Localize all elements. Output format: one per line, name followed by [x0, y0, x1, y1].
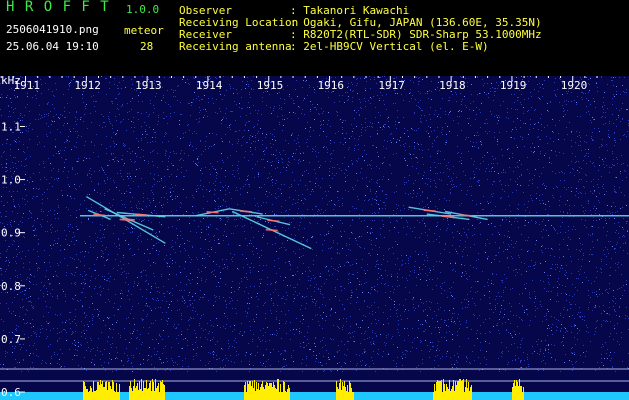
x-tick-label: 1919	[500, 79, 527, 92]
y-axis-label: kHz	[1, 74, 21, 87]
x-tick-label: 1913	[135, 79, 162, 92]
y-tick-label: 1.1	[1, 120, 21, 133]
meteor-head	[442, 215, 455, 219]
x-tick-label: 1920	[561, 79, 588, 92]
level-burst	[244, 379, 290, 400]
x-tick-label: 1918	[439, 79, 466, 92]
meteor-head	[134, 213, 148, 216]
spectrogram: 1911 1912 1913 1914 1915 1916 1917 1918 1919 1920…	[0, 0, 629, 400]
x-tick-label: 1916	[318, 79, 345, 92]
meteor-head	[265, 228, 278, 232]
meteor-head	[239, 210, 253, 213]
x-tick-label: 1915	[257, 79, 284, 92]
meteor-head	[122, 218, 135, 221]
y-tick-label: 0.6	[1, 386, 21, 399]
y-tick-label: 0.8	[1, 280, 21, 293]
x-tick-label: 1912	[74, 79, 101, 92]
y-tick-label: 0.7	[1, 333, 21, 346]
meteor-head	[423, 209, 436, 212]
meteor-head	[267, 219, 280, 223]
meteor-head	[460, 214, 473, 217]
y-tick-label: 0.9	[1, 227, 21, 240]
x-tick-label: 1914	[196, 79, 223, 92]
meteor-head	[93, 213, 106, 217]
meteor-head	[206, 210, 219, 214]
x-tick-label: 1917	[378, 79, 405, 92]
y-tick-label: 1.0	[1, 174, 21, 187]
